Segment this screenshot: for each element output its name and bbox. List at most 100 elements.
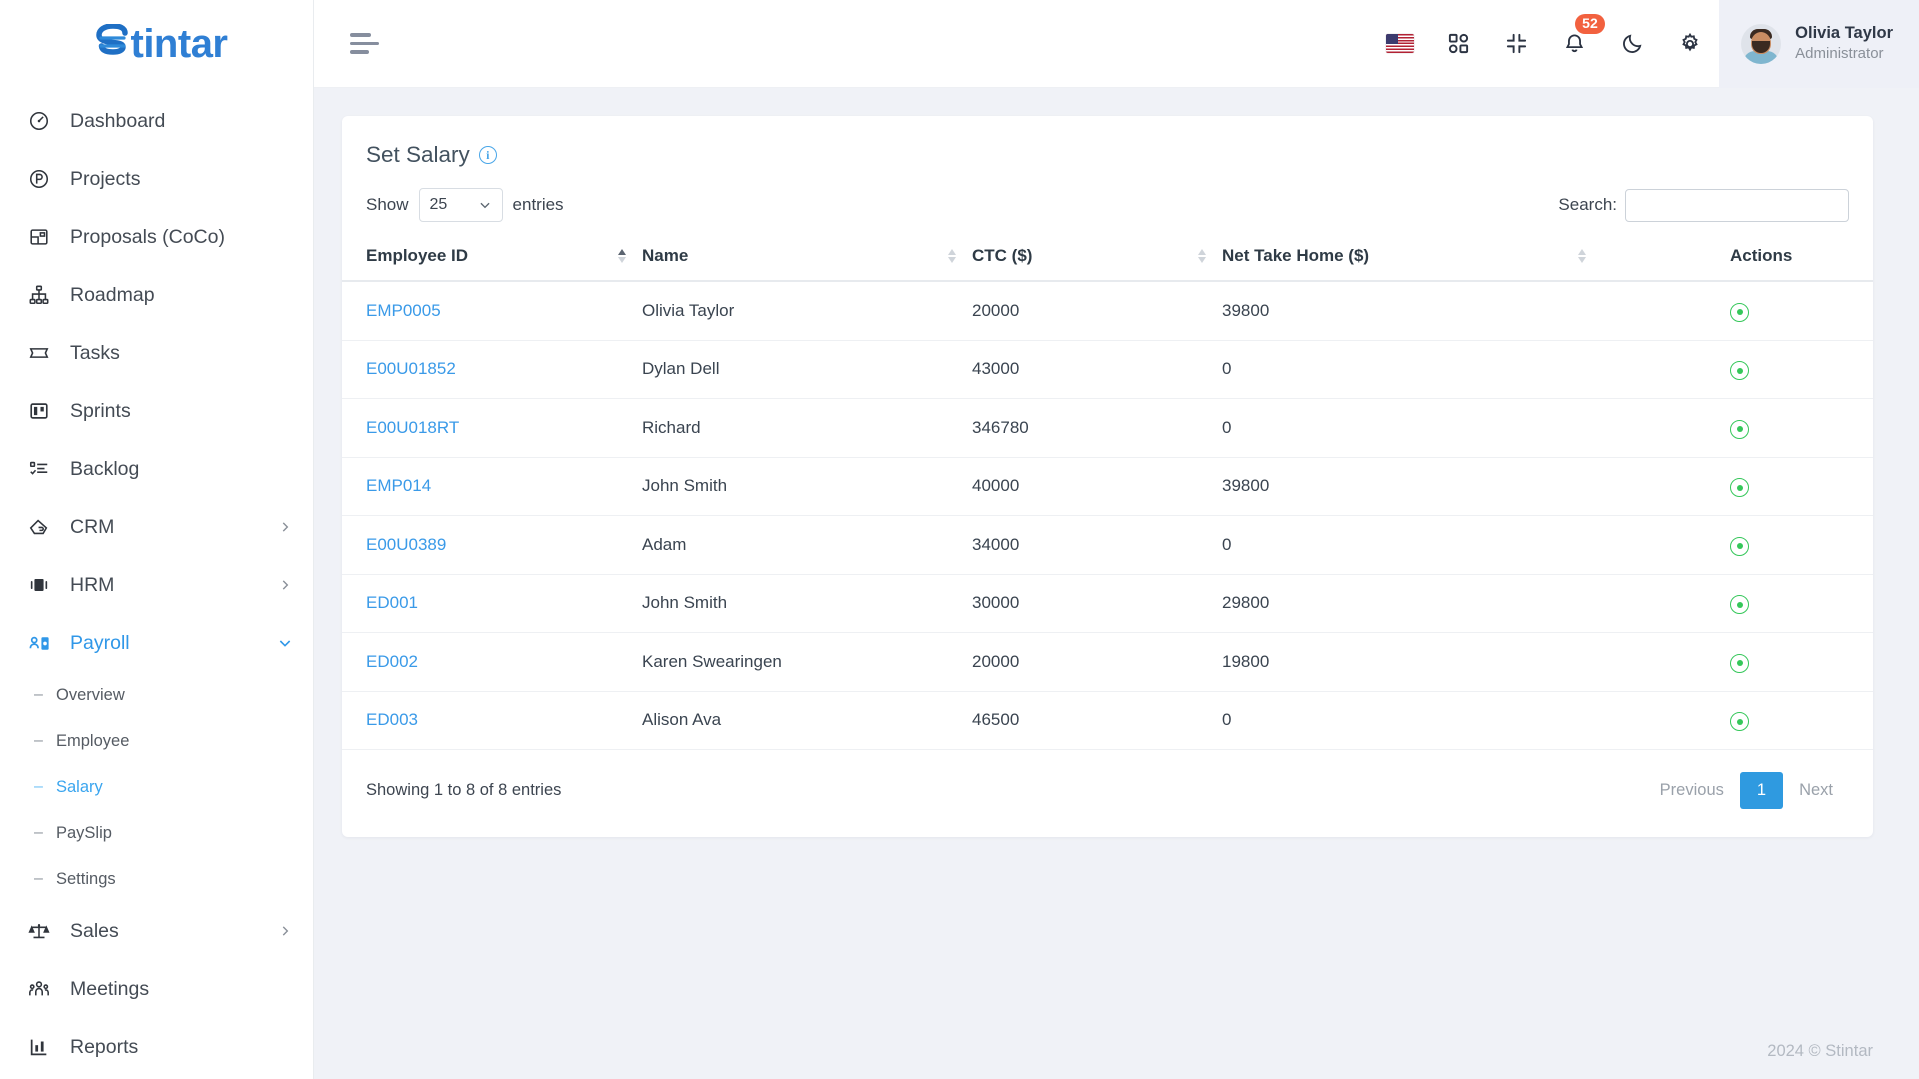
- topbar-actions: 52 Olivia Taylor Administrator: [1371, 0, 1919, 88]
- table-head: Employee ID Name CTC ($) Net Take Home (…: [342, 232, 1873, 282]
- table-header-row: Employee ID Name CTC ($) Net Take Home (…: [342, 232, 1873, 282]
- payroll-submenu: – Overview – Employee – Salary – PaySlip…: [0, 672, 313, 902]
- cell-name: John Smith: [642, 457, 972, 516]
- sidebar-subitem-salary[interactable]: – Salary: [0, 764, 313, 810]
- avatar: [1741, 23, 1782, 64]
- sidebar-subitem-overview[interactable]: – Overview: [0, 672, 313, 718]
- pagination-previous[interactable]: Previous: [1644, 773, 1740, 808]
- page-size-select[interactable]: 25: [418, 188, 503, 222]
- circle-p-icon: [26, 166, 52, 192]
- brand-logo-text: tintar: [95, 22, 228, 67]
- scales-icon: [26, 918, 52, 944]
- page-size-value: 25: [429, 196, 448, 213]
- sidebar-item-meetings[interactable]: Meetings: [0, 960, 313, 1018]
- sidebar-item-projects[interactable]: Projects: [0, 150, 313, 208]
- view-eye-icon[interactable]: [1730, 595, 1749, 614]
- card-header: Set Salary i: [342, 116, 1873, 182]
- sidebar-item-payroll[interactable]: Payroll: [0, 614, 313, 672]
- sidebar-subitem-payslip[interactable]: – PaySlip: [0, 810, 313, 856]
- sort-icon: [1578, 249, 1586, 263]
- view-eye-icon[interactable]: [1730, 361, 1749, 380]
- chart-icon: [26, 1034, 52, 1060]
- column-label: Actions: [1730, 246, 1793, 265]
- sidebar-item-sprints[interactable]: Sprints: [0, 382, 313, 440]
- search-input[interactable]: [1625, 188, 1849, 222]
- info-icon[interactable]: i: [478, 146, 497, 164]
- sidebar-item-dashboard[interactable]: Dashboard: [0, 92, 313, 150]
- main-area: 52 Olivia Taylor Administrator Set Salar…: [314, 0, 1919, 1079]
- cell-net-take-home: 0: [1222, 340, 1602, 399]
- column-header-ctc[interactable]: CTC ($): [972, 232, 1222, 282]
- brand-s-mark: [95, 24, 130, 64]
- profile-name: Olivia Taylor: [1795, 24, 1893, 43]
- column-header-name[interactable]: Name: [642, 232, 972, 282]
- sidebar-subitem-settings[interactable]: – Settings: [0, 856, 313, 902]
- table-row: E00U01852 Dylan Dell 43000 0: [342, 340, 1873, 399]
- view-eye-icon[interactable]: [1730, 478, 1749, 497]
- view-eye-icon[interactable]: [1730, 302, 1749, 322]
- employee-id-link[interactable]: ED001: [366, 593, 418, 612]
- sidebar-nav: Dashboard Projects Proposals (CoCo) Road…: [0, 88, 313, 1076]
- cell-name: Alison Ava: [642, 691, 972, 750]
- view-eye-icon[interactable]: [1730, 536, 1749, 556]
- dark-mode-toggle[interactable]: [1603, 0, 1661, 88]
- employee-id-link[interactable]: ED002: [366, 652, 418, 671]
- notifications-button[interactable]: 52: [1545, 0, 1605, 88]
- content-area: Set Salary i Show 25 entries Search: Emp…: [314, 88, 1919, 1023]
- view-eye-icon[interactable]: [1730, 653, 1749, 673]
- profile-role: Administrator: [1795, 45, 1884, 63]
- cell-net-take-home: 39800: [1222, 457, 1602, 516]
- board-icon: [26, 398, 52, 424]
- employee-id-link[interactable]: EMP014: [366, 476, 431, 495]
- flag-canton: [1386, 34, 1399, 45]
- sidebar-item-backlog[interactable]: Backlog: [0, 440, 313, 498]
- table-row: ED001 John Smith 30000 29800: [342, 574, 1873, 633]
- hamburger-bar: [350, 50, 369, 54]
- employee-id-link[interactable]: EMP0005: [366, 301, 441, 320]
- checklist-icon: [26, 456, 52, 482]
- sidebar-item-roadmap[interactable]: Roadmap: [0, 266, 313, 324]
- cell-ctc: 34000: [972, 515, 1222, 575]
- brand-logo[interactable]: tintar: [0, 0, 313, 88]
- language-selector[interactable]: [1371, 0, 1429, 88]
- employee-id-link[interactable]: E00U018RT: [366, 418, 459, 437]
- employee-id-link[interactable]: ED003: [366, 710, 418, 729]
- chevron-right-icon: [277, 519, 293, 535]
- column-header-net-take-home[interactable]: Net Take Home ($): [1222, 232, 1602, 282]
- sidebar-item-crm[interactable]: CRM: [0, 498, 313, 556]
- cell-ctc: 20000: [972, 281, 1222, 341]
- user-profile[interactable]: Olivia Taylor Administrator: [1719, 0, 1919, 88]
- sidebar-item-sales[interactable]: Sales: [0, 902, 313, 960]
- sidebar-item-label: Meetings: [70, 977, 150, 1000]
- view-eye-icon[interactable]: [1730, 419, 1749, 439]
- cell-net-take-home: 29800: [1222, 574, 1602, 633]
- cell-name: Richard: [642, 398, 972, 458]
- hamburger-icon[interactable]: [350, 33, 380, 54]
- pagination-next[interactable]: Next: [1783, 773, 1849, 808]
- sidebar-item-label: HRM: [70, 573, 115, 596]
- view-eye-icon[interactable]: [1730, 712, 1749, 731]
- sidebar-subitem-label: Salary: [56, 777, 103, 796]
- cell-ctc: 20000: [972, 632, 1222, 692]
- sidebar-subitem-employee[interactable]: – Employee: [0, 718, 313, 764]
- briefcase-icon: [26, 572, 52, 598]
- column-header-employee-id[interactable]: Employee ID: [342, 232, 642, 282]
- moon-icon: [1622, 34, 1642, 53]
- search-label: Search:: [1558, 195, 1617, 214]
- gear-icon[interactable]: [1661, 0, 1719, 88]
- fullscreen-exit-icon[interactable]: [1487, 0, 1545, 88]
- employee-id-link[interactable]: E00U0389: [366, 535, 446, 554]
- table-row: ED002 Karen Swearingen 20000 19800: [342, 632, 1873, 692]
- apps-grid-icon[interactable]: [1429, 0, 1487, 88]
- table-body: EMP0005 Olivia Taylor 20000 39800 E00U01…: [342, 281, 1873, 750]
- sidebar-item-proposals[interactable]: Proposals (CoCo): [0, 208, 313, 266]
- pagination-page-1[interactable]: 1: [1739, 772, 1784, 809]
- sidebar-item-tasks[interactable]: Tasks: [0, 324, 313, 382]
- sidebar-item-hrm[interactable]: HRM: [0, 556, 313, 614]
- column-header-actions: Actions: [1602, 232, 1873, 282]
- sidebar-item-reports[interactable]: Reports: [0, 1018, 313, 1076]
- sidebar-item-label: Sales: [70, 919, 119, 942]
- employee-id-link[interactable]: E00U01852: [366, 359, 456, 378]
- dash-icon: –: [34, 732, 43, 749]
- cell-ctc: 346780: [972, 398, 1222, 458]
